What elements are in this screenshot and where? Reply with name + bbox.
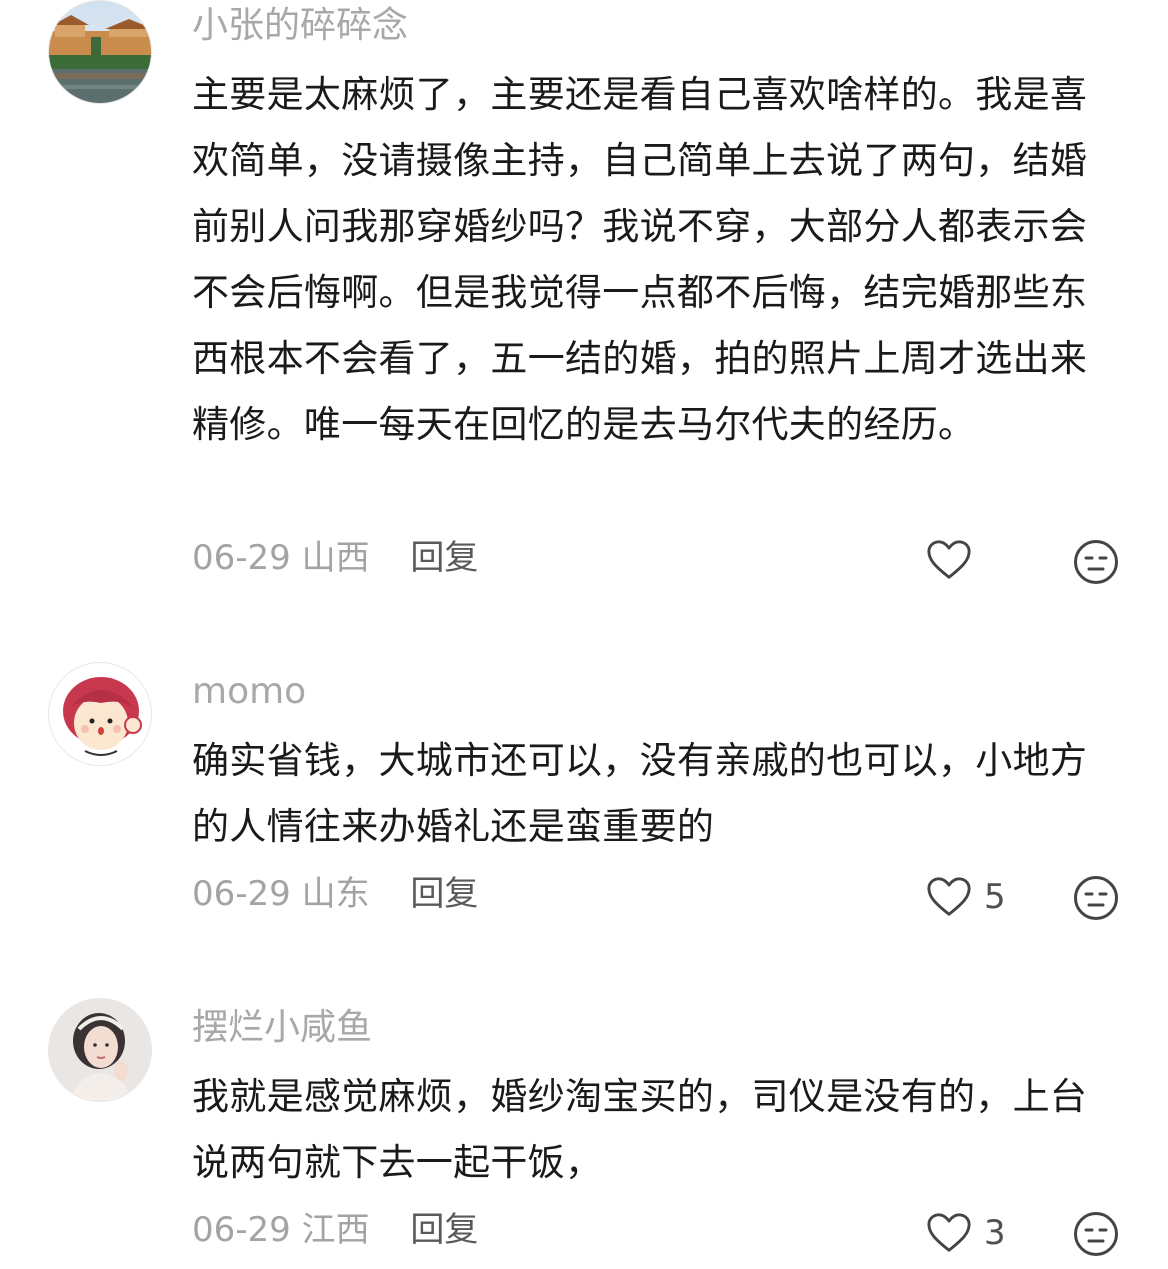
woman-portrait-avatar-icon [49, 999, 151, 1101]
comment-username[interactable]: 摆烂小咸鱼 [192, 1006, 372, 1050]
dislike-button[interactable] [1073, 539, 1119, 585]
comment-username[interactable]: momo [192, 670, 306, 714]
reply-button[interactable]: 回复 [410, 1210, 478, 1250]
user-avatar[interactable] [48, 998, 152, 1102]
comment-date: 06-29 [192, 538, 291, 578]
reply-button[interactable]: 回复 [410, 874, 478, 914]
comment-text: 确实省钱，大城市还可以，没有亲戚的也可以，小地方的人情往来办婚礼还是蛮重要的 [192, 739, 1088, 848]
like-button[interactable]: 3 [926, 1209, 1006, 1257]
comment-date: 06-29 [192, 1210, 291, 1250]
heart-icon [927, 540, 971, 579]
comment-text: 主要是太麻烦了，主要还是看自己喜欢啥样的。我是喜欢简单，没请摄像主持，自己简单上… [192, 73, 1088, 446]
neutral-face-icon [1074, 876, 1118, 920]
comment-location: 山东 [301, 874, 370, 914]
comment-location: 山西 [301, 538, 370, 578]
comment-meta: 06-29 山西 回复 [192, 536, 478, 580]
like-count: 5 [984, 877, 1006, 917]
landscape-building-avatar-icon [49, 1, 151, 103]
comment-location: 江西 [301, 1210, 370, 1250]
neutral-face-icon [1074, 1212, 1118, 1256]
comment-username[interactable]: 小张的碎碎念 [192, 4, 408, 48]
like-button[interactable]: 5 [926, 873, 1006, 921]
like-count: 3 [984, 1213, 1006, 1253]
user-avatar[interactable] [48, 0, 152, 104]
comment-meta: 06-29 江西 回复 [192, 1208, 478, 1252]
user-avatar[interactable] [48, 662, 152, 766]
dislike-button[interactable] [1073, 875, 1119, 921]
heart-icon [927, 1213, 971, 1252]
comment-text: 我就是感觉麻烦，婚纱淘宝买的，司仪是没有的，上台说两句就下去一起干饭， [192, 1075, 1088, 1184]
cartoon-girl-avatar-icon [49, 663, 151, 765]
like-button[interactable] [926, 536, 984, 584]
heart-icon [927, 877, 971, 916]
neutral-face-icon [1074, 540, 1118, 584]
comment-date: 06-29 [192, 874, 291, 914]
dislike-button[interactable] [1073, 1211, 1119, 1257]
comment-meta: 06-29 山东 回复 [192, 872, 478, 916]
reply-button[interactable]: 回复 [410, 538, 478, 578]
